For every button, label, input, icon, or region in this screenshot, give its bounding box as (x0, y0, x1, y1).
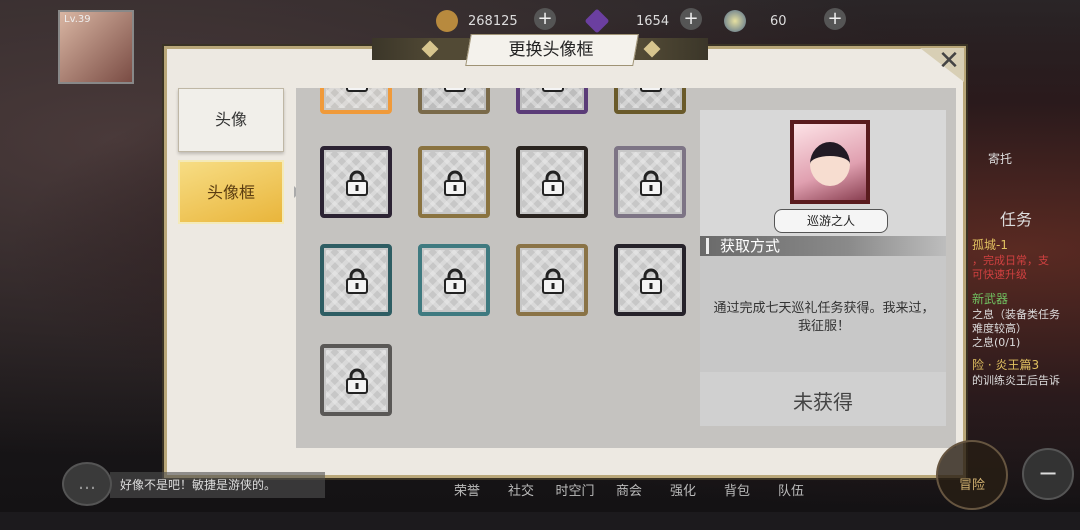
lock-icon (640, 170, 662, 196)
lock-icon (542, 170, 564, 196)
lock-icon (346, 368, 368, 394)
energy-value: 60 (770, 13, 787, 29)
avatar-frame-item[interactable] (320, 88, 392, 114)
nav-bag[interactable]: 背包 (710, 480, 764, 499)
add-gold-button[interactable]: + (534, 8, 556, 30)
energy-counter: 60 (724, 8, 787, 34)
adventure-button[interactable]: 冒险 (936, 440, 1008, 510)
avatar-frame-item[interactable] (320, 244, 392, 316)
lock-icon (444, 88, 466, 92)
add-crystal-button[interactable]: + (680, 8, 702, 30)
avatar-frame-item[interactable] (516, 146, 588, 218)
nav-portal[interactable]: 时空门 (548, 480, 602, 499)
obtain-status: 未获得 (793, 390, 853, 414)
gold-counter: 268125 (436, 8, 518, 34)
portrait-face (810, 142, 850, 186)
quest-line-9: 的训练炎王后告诉 (972, 374, 1060, 387)
chat-message[interactable]: 好像不是吧！敏捷是游侠的。 (110, 472, 325, 498)
lock-icon (346, 170, 368, 196)
avatar-frame-item[interactable] (418, 88, 490, 114)
nav-enhance[interactable]: 强化 (656, 480, 710, 499)
tab-avatar-label: 头像 (214, 110, 247, 129)
chat-bubble-icon[interactable]: … (62, 462, 112, 506)
gold-coin-icon (436, 10, 458, 32)
lock-icon (640, 268, 662, 294)
quest-line-4: 新武器 (972, 292, 1009, 306)
obtain-header-bar (706, 238, 709, 254)
quest-line-8: 险 · 炎王篇3 (972, 358, 1040, 372)
player-avatar[interactable]: Lv.39 (58, 10, 134, 84)
frame-grid[interactable] (296, 88, 700, 448)
avatar-frame-item[interactable] (320, 146, 392, 218)
gold-value: 268125 (468, 13, 518, 29)
crystal-icon (584, 8, 610, 34)
quest-line-7: 之息(0/1) (972, 336, 1021, 349)
obtain-description: 通过完成七天巡礼任务获得。我来过，我征服！ (713, 301, 935, 334)
frame-preview-portrait (790, 120, 870, 204)
quest-line-1: 孤城-1 (972, 238, 1008, 252)
nav-team[interactable]: 队伍 (764, 480, 818, 499)
avatar-frame-item[interactable] (614, 244, 686, 316)
lock-icon (346, 268, 368, 294)
nav-social[interactable]: 社交 (494, 480, 548, 499)
side-menu-item-task[interactable]: 任务 (972, 206, 1080, 230)
lock-icon (444, 170, 466, 196)
player-level: Lv.39 (64, 14, 91, 25)
lock-icon (542, 268, 564, 294)
obtain-header: 获取方式 (700, 236, 946, 256)
nav-guild-shop[interactable]: 商会 (602, 480, 656, 499)
tab-avatar-frame-label: 头像框 (206, 183, 255, 202)
avatar-frame-item[interactable] (614, 146, 686, 218)
crystal-value: 1654 (636, 13, 670, 29)
crystal-counter: 1654 (584, 8, 670, 34)
lock-icon (640, 88, 662, 92)
collapse-button[interactable]: − (1022, 448, 1074, 500)
tab-avatar[interactable]: 头像 (178, 88, 284, 152)
bottom-nav: 荣誉 社交 时空门 商会 强化 背包 队伍 (440, 480, 818, 499)
lock-icon (444, 268, 466, 294)
avatar-frame-item[interactable] (516, 88, 588, 114)
avatar-frame-item[interactable] (516, 244, 588, 316)
avatar-frame-item[interactable] (418, 244, 490, 316)
energy-orb-icon (724, 10, 746, 32)
close-icon[interactable]: ✕ (934, 46, 964, 76)
dialog-title: 更换头像框 (508, 40, 594, 60)
tab-avatar-frame[interactable]: 头像框 (178, 160, 284, 224)
obtain-header-label: 获取方式 (720, 237, 781, 255)
frame-name: 巡游之人 (774, 209, 888, 233)
lock-icon (346, 88, 368, 92)
avatar-frame-item[interactable] (418, 146, 490, 218)
avatar-frame-item[interactable] (320, 344, 392, 416)
side-menu-item-entrust[interactable]: 寄托 (972, 150, 1080, 167)
lock-icon (542, 88, 564, 92)
quest-line-3: 可快速升级 (972, 268, 1027, 281)
avatar-frame-item[interactable] (614, 88, 686, 114)
dialog-title-bar: 更换头像框 (372, 32, 708, 66)
add-energy-button[interactable]: + (824, 8, 846, 30)
nav-honor[interactable]: 荣誉 (440, 480, 494, 499)
